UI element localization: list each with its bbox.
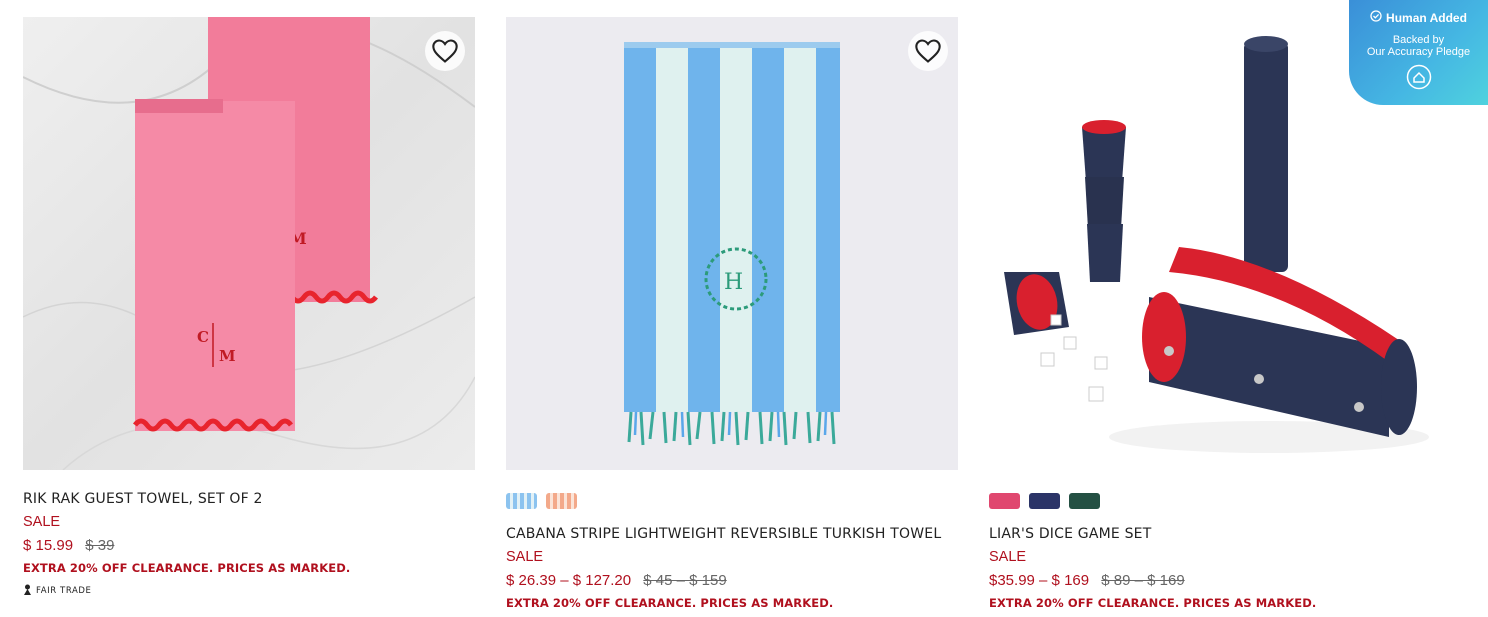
accuracy-pledge-badge[interactable]: Human Added Backed by Our Accuracy Pledg… [1349, 0, 1488, 105]
swatch-green[interactable] [1069, 493, 1100, 509]
heart-icon [431, 38, 459, 64]
promo-text: EXTRA 20% OFF CLEARANCE. PRICES AS MARKE… [23, 561, 351, 575]
price-row: $ 26.39 – $ 127.20 $ 45 – $ 159 [506, 572, 958, 590]
product-image[interactable]: C M C M [23, 17, 475, 470]
product-title[interactable]: CABANA STRIPE LIGHTWEIGHT REVERSIBLE TUR… [506, 525, 958, 543]
color-swatches [989, 493, 1441, 511]
pledge-text: Backed by Our Accuracy Pledge [1349, 34, 1488, 58]
color-swatches [506, 493, 958, 511]
fair-trade-label: FAIR TRADE [36, 586, 92, 596]
original-price: $ 45 – $ 159 [643, 572, 727, 589]
product-title[interactable]: RIK RAK GUEST TOWEL, SET OF 2 [23, 490, 475, 508]
pledge-icon-wrap [1349, 64, 1488, 95]
favorite-button[interactable] [425, 31, 465, 71]
product-card[interactable]: C M C M RIK RAK GUEST TOWEL, SET OF 2 SA… [23, 17, 475, 611]
fair-trade-icon [23, 584, 32, 598]
price-row: $35.99 – $ 169 $ 89 – $ 169 [989, 572, 1441, 590]
sale-price: $ 26.39 – $ 127.20 [506, 572, 632, 589]
product-grid: C M C M RIK RAK GUEST TOWEL, SET OF 2 SA… [23, 17, 1441, 611]
favorite-button[interactable] [908, 31, 948, 71]
price-row: $ 15.99 $ 39 [23, 537, 475, 555]
check-circle-icon [1370, 10, 1382, 25]
sale-label: SALE [23, 514, 61, 530]
heart-icon [914, 38, 942, 64]
product-title[interactable]: LIAR'S DICE GAME SET [989, 525, 1441, 543]
product-image[interactable]: H [506, 17, 958, 470]
fair-trade-badge: FAIR TRADE [23, 584, 475, 598]
original-price: $ 89 – $ 169 [1101, 572, 1185, 589]
swatch-blue-stripe[interactable] [506, 493, 537, 509]
svg-text:C: C [197, 328, 209, 346]
sale-price: $35.99 – $ 169 [989, 572, 1090, 589]
sale-label: SALE [989, 549, 1027, 565]
product-card[interactable]: H CABANA STRIPE LIGHTWEIGHT REVERSIBLE T… [506, 17, 958, 611]
svg-text:M: M [219, 347, 236, 365]
pledge-label: Our Accuracy Pledge [1366, 46, 1471, 58]
swatch-pink[interactable] [989, 493, 1020, 509]
human-added-row: Human Added [1349, 10, 1488, 25]
sale-price: $ 15.99 [23, 537, 74, 554]
human-added-label: Human Added [1386, 10, 1467, 25]
swatch-peach-stripe[interactable] [546, 493, 577, 509]
promo-text: EXTRA 20% OFF CLEARANCE. PRICES AS MARKE… [989, 596, 1317, 610]
sale-label: SALE [506, 549, 544, 565]
product-card[interactable]: LIAR'S DICE GAME SET SALE $35.99 – $ 169… [989, 17, 1441, 611]
svg-text:H: H [724, 270, 743, 295]
pledge-icon [1406, 64, 1432, 95]
backed-by-label: Backed by [1392, 34, 1445, 46]
promo-text: EXTRA 20% OFF CLEARANCE. PRICES AS MARKE… [506, 596, 834, 610]
original-price: $ 39 [85, 537, 115, 554]
swatch-navy[interactable] [1029, 493, 1060, 509]
